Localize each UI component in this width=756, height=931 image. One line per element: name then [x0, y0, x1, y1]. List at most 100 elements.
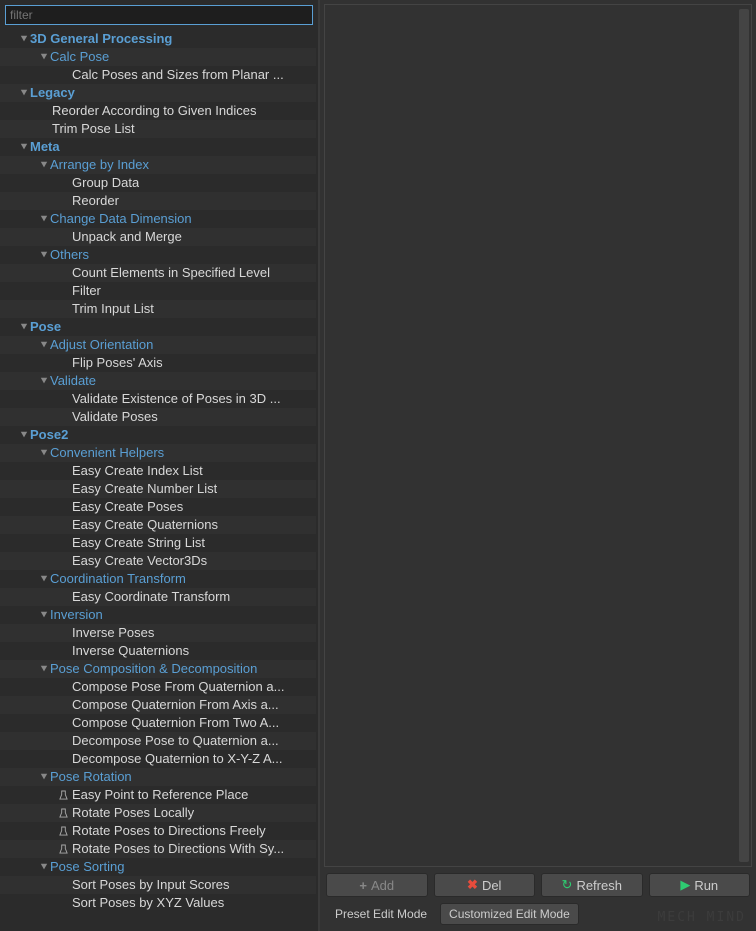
add-button[interactable]: + Add [326, 873, 428, 897]
tree-item-calc-poses-and-sizes-from-planar[interactable]: Calc Poses and Sizes from Planar ... [0, 66, 316, 84]
flask-icon [58, 808, 68, 818]
leaf-icon [58, 880, 68, 890]
graph-canvas[interactable] [324, 4, 752, 867]
expand-arrow-icon[interactable] [38, 573, 50, 585]
tree-category-meta[interactable]: Meta [0, 138, 316, 156]
tree-category-pose2[interactable]: Pose2 [0, 426, 316, 444]
expand-arrow-icon[interactable] [38, 771, 50, 783]
tab-preset-edit-mode[interactable]: Preset Edit Mode [326, 903, 436, 925]
canvas-scrollbar[interactable] [739, 9, 749, 862]
tree-item-compose-quaternion-from-axis-a[interactable]: Compose Quaternion From Axis a... [0, 696, 316, 714]
run-button[interactable]: ▶ Run [649, 873, 751, 897]
expand-arrow-icon[interactable] [38, 861, 50, 873]
leaf-label: Easy Create Number List [72, 480, 217, 498]
tree-item-filter[interactable]: Filter [0, 282, 316, 300]
tree-item-rotate-poses-locally[interactable]: Rotate Poses Locally [0, 804, 316, 822]
tree-item-inverse-quaternions[interactable]: Inverse Quaternions [0, 642, 316, 660]
expand-arrow-icon[interactable] [18, 321, 30, 333]
tree-category-inversion[interactable]: Inversion [0, 606, 316, 624]
tree-item-easy-coordinate-transform[interactable]: Easy Coordinate Transform [0, 588, 316, 606]
add-button-label: Add [371, 878, 394, 893]
tree-item-easy-create-poses[interactable]: Easy Create Poses [0, 498, 316, 516]
tree-category-pose-composition-decomposition[interactable]: Pose Composition & Decomposition [0, 660, 316, 678]
expand-arrow-icon[interactable] [38, 249, 50, 261]
leaf-label: Decompose Pose to Quaternion a... [72, 732, 279, 750]
category-label: Change Data Dimension [50, 210, 192, 228]
tree-category-calc-pose[interactable]: Calc Pose [0, 48, 316, 66]
leaf-icon [58, 700, 68, 710]
tree-item-inverse-poses[interactable]: Inverse Poses [0, 624, 316, 642]
expand-arrow-icon[interactable] [38, 159, 50, 171]
tree-item-compose-pose-from-quaternion-a[interactable]: Compose Pose From Quaternion a... [0, 678, 316, 696]
tree-item-unpack-and-merge[interactable]: Unpack and Merge [0, 228, 316, 246]
tree-item-easy-create-number-list[interactable]: Easy Create Number List [0, 480, 316, 498]
plus-icon: + [359, 878, 367, 893]
expand-arrow-icon[interactable] [18, 33, 30, 45]
leaf-icon [58, 682, 68, 692]
expand-arrow-icon[interactable] [38, 51, 50, 63]
leaf-label: Reorder [72, 192, 119, 210]
node-tree[interactable]: 3D General ProcessingCalc PoseCalc Poses… [0, 30, 318, 931]
tree-item-sort-poses-by-input-scores[interactable]: Sort Poses by Input Scores [0, 876, 316, 894]
tree-category-change-data-dimension[interactable]: Change Data Dimension [0, 210, 316, 228]
category-label: Adjust Orientation [50, 336, 153, 354]
tree-category-coordination-transform[interactable]: Coordination Transform [0, 570, 316, 588]
expand-arrow-icon[interactable] [38, 213, 50, 225]
del-button[interactable]: ✖ Del [434, 873, 536, 897]
leaf-icon [58, 412, 68, 422]
category-label: Pose Sorting [50, 858, 124, 876]
tree-category-validate[interactable]: Validate [0, 372, 316, 390]
expand-arrow-icon[interactable] [38, 339, 50, 351]
expand-arrow-icon[interactable] [38, 609, 50, 621]
expand-arrow-icon[interactable] [18, 87, 30, 99]
tree-item-trim-pose-list[interactable]: Trim Pose List [0, 120, 316, 138]
tree-item-flip-poses-axis[interactable]: Flip Poses' Axis [0, 354, 316, 372]
tree-item-rotate-poses-to-directions-with-sy[interactable]: Rotate Poses to Directions With Sy... [0, 840, 316, 858]
tree-category-arrange-by-index[interactable]: Arrange by Index [0, 156, 316, 174]
expand-arrow-icon[interactable] [18, 429, 30, 441]
tree-item-validate-poses[interactable]: Validate Poses [0, 408, 316, 426]
tree-item-trim-input-list[interactable]: Trim Input List [0, 300, 316, 318]
leaf-icon [58, 628, 68, 638]
tree-item-validate-existence-of-poses-in-3d[interactable]: Validate Existence of Poses in 3D ... [0, 390, 316, 408]
tree-item-easy-create-string-list[interactable]: Easy Create String List [0, 534, 316, 552]
tree-item-decompose-pose-to-quaternion-a[interactable]: Decompose Pose to Quaternion a... [0, 732, 316, 750]
tree-item-reorder-according-to-given-indices[interactable]: Reorder According to Given Indices [0, 102, 316, 120]
tree-category-adjust-orientation[interactable]: Adjust Orientation [0, 336, 316, 354]
refresh-button-label: Refresh [576, 878, 622, 893]
tree-item-decompose-quaternion-to-x-y-z-a[interactable]: Decompose Quaternion to X-Y-Z A... [0, 750, 316, 768]
tree-item-easy-create-vector3ds[interactable]: Easy Create Vector3Ds [0, 552, 316, 570]
tree-item-group-data[interactable]: Group Data [0, 174, 316, 192]
close-icon: ✖ [467, 877, 478, 893]
tree-category-pose-rotation[interactable]: Pose Rotation [0, 768, 316, 786]
expand-arrow-icon[interactable] [18, 141, 30, 153]
category-label: Calc Pose [50, 48, 109, 66]
tree-category-others[interactable]: Others [0, 246, 316, 264]
leaf-label: Easy Create Poses [72, 498, 183, 516]
tab-customized-edit-mode[interactable]: Customized Edit Mode [440, 903, 579, 925]
expand-arrow-icon[interactable] [38, 447, 50, 459]
tree-item-easy-create-index-list[interactable]: Easy Create Index List [0, 462, 316, 480]
leaf-label: Easy Create Quaternions [72, 516, 218, 534]
tree-item-reorder[interactable]: Reorder [0, 192, 316, 210]
expand-arrow-icon[interactable] [38, 663, 50, 675]
tree-item-easy-create-quaternions[interactable]: Easy Create Quaternions [0, 516, 316, 534]
refresh-button[interactable]: ↻ Refresh [541, 873, 643, 897]
category-label: Meta [30, 138, 60, 156]
filter-input[interactable] [5, 5, 313, 25]
tree-item-easy-point-to-reference-place[interactable]: Easy Point to Reference Place [0, 786, 316, 804]
expand-arrow-icon[interactable] [38, 375, 50, 387]
tree-item-compose-quaternion-from-two-a[interactable]: Compose Quaternion From Two A... [0, 714, 316, 732]
tree-item-rotate-poses-to-directions-freely[interactable]: Rotate Poses to Directions Freely [0, 822, 316, 840]
play-icon: ▶ [680, 877, 690, 893]
tree-item-count-elements-in-specified-level[interactable]: Count Elements in Specified Level [0, 264, 316, 282]
category-label: Pose Composition & Decomposition [50, 660, 257, 678]
tree-category-pose-sorting[interactable]: Pose Sorting [0, 858, 316, 876]
tree-category-pose[interactable]: Pose [0, 318, 316, 336]
tree-category-3d-general-processing[interactable]: 3D General Processing [0, 30, 316, 48]
tree-item-sort-poses-by-xyz-values[interactable]: Sort Poses by XYZ Values [0, 894, 316, 912]
leaf-icon [58, 286, 68, 296]
category-label: Pose [30, 318, 61, 336]
tree-category-convenient-helpers[interactable]: Convenient Helpers [0, 444, 316, 462]
tree-category-legacy[interactable]: Legacy [0, 84, 316, 102]
